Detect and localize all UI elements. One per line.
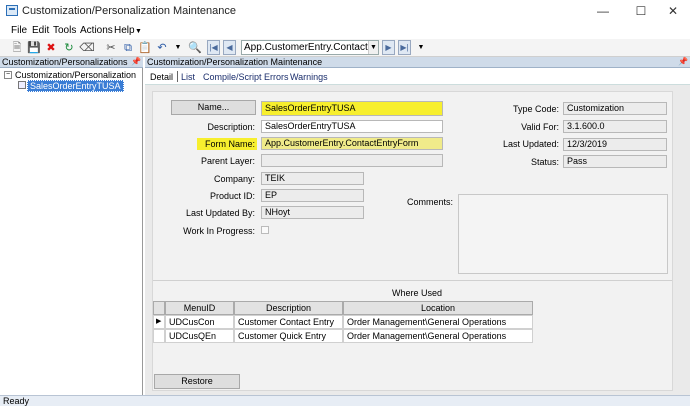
product-id-label: Product ID: bbox=[209, 191, 255, 201]
last-updated-field[interactable]: 12/3/2019 bbox=[563, 138, 667, 151]
tree-panel-title: Customization/Personalizations bbox=[2, 57, 128, 67]
table-row-location[interactable]: Order Management\General Operations bbox=[343, 315, 533, 329]
status-label: Status: bbox=[530, 157, 559, 167]
delete-icon[interactable]: ✖ bbox=[43, 40, 59, 56]
window-title: Customization/Personalization Maintenanc… bbox=[22, 5, 237, 17]
menu-edit[interactable]: Edit bbox=[32, 25, 49, 36]
divider bbox=[153, 280, 672, 281]
detail-form: Name... SalesOrderEntryTUSA Description:… bbox=[152, 91, 673, 391]
company-field[interactable]: TEIK bbox=[261, 172, 364, 185]
undo-icon[interactable]: ↶ bbox=[154, 40, 170, 56]
first-icon[interactable]: |◀ bbox=[207, 40, 220, 55]
search-icon[interactable]: 🔍 bbox=[187, 40, 203, 56]
type-code-field[interactable]: Customization bbox=[563, 102, 667, 115]
close-icon[interactable]: ✕ bbox=[656, 0, 690, 22]
last-updated-by-field[interactable]: NHoyt bbox=[261, 206, 364, 219]
tree-panel: − Customization/Personalization SalesOrd… bbox=[0, 68, 143, 395]
table-row-menuid[interactable]: UDCusQEn bbox=[165, 329, 234, 343]
prev-icon[interactable]: ◀ bbox=[223, 40, 236, 55]
new-icon[interactable]: 🗎 bbox=[9, 40, 25, 56]
record-combo[interactable]: App.CustomerEntry.ContactEntryf ▼ bbox=[241, 40, 379, 55]
parent-layer-field[interactable] bbox=[261, 154, 443, 167]
clear-icon[interactable]: ⌫ bbox=[79, 40, 95, 56]
row-header bbox=[153, 329, 165, 343]
status-text: Ready bbox=[3, 396, 30, 406]
description-label: Description: bbox=[207, 122, 255, 132]
tab-warnings[interactable]: Warnings bbox=[290, 72, 328, 82]
pin-icon[interactable]: 📌 bbox=[131, 57, 141, 67]
tab-bar: Detail List Compile/Script Errors Warnin… bbox=[145, 68, 690, 85]
last-icon[interactable]: ▶| bbox=[398, 40, 411, 55]
tab-separator bbox=[177, 71, 178, 82]
name-field[interactable]: SalesOrderEntryTUSA bbox=[261, 101, 443, 116]
valid-for-label: Valid For: bbox=[521, 122, 559, 132]
comments-label: Comments: bbox=[406, 197, 453, 207]
menu-actions[interactable]: Actions bbox=[80, 25, 113, 36]
app-icon bbox=[6, 5, 18, 16]
menu-help[interactable]: Help bbox=[114, 25, 135, 36]
last-updated-by-label: Last Updated By: bbox=[185, 208, 255, 218]
combo-dropdown-icon[interactable]: ▼ bbox=[368, 41, 378, 54]
current-row-indicator-icon: ▶ bbox=[153, 315, 165, 329]
grid-row-header-corner bbox=[153, 301, 165, 315]
table-row-menuid[interactable]: UDCusCon bbox=[165, 315, 234, 329]
tab-list[interactable]: List bbox=[181, 72, 195, 82]
tree-collapse-icon[interactable]: − bbox=[4, 71, 12, 79]
detail-area: Name... SalesOrderEntryTUSA Description:… bbox=[145, 85, 690, 395]
tab-compile-errors[interactable]: Compile/Script Errors bbox=[203, 72, 289, 82]
menu-help-dropdown-icon[interactable]: ▼ bbox=[135, 28, 142, 35]
status-bar: Ready bbox=[0, 395, 690, 406]
type-code-label: Type Code: bbox=[512, 104, 559, 114]
undo-dropdown-icon[interactable]: ▼ bbox=[170, 40, 186, 56]
comments-field[interactable] bbox=[458, 194, 668, 274]
pin-icon[interactable]: 📌 bbox=[678, 57, 688, 67]
tree-panel-header: Customization/Personalizations 📌 bbox=[0, 57, 143, 68]
tree-root-node[interactable]: Customization/Personalization bbox=[15, 70, 136, 80]
main-panel-header: Customization/Personalization Maintenanc… bbox=[145, 57, 690, 68]
col-header-menuid[interactable]: MenuID bbox=[165, 301, 234, 315]
toolbar-overflow-icon[interactable]: ▼ bbox=[413, 40, 429, 56]
table-row-description[interactable]: Customer Contact Entry bbox=[234, 315, 343, 329]
document-icon bbox=[18, 81, 26, 89]
company-label: Company: bbox=[213, 174, 255, 184]
minimize-icon[interactable]: — bbox=[586, 0, 620, 22]
tab-detail[interactable]: Detail bbox=[150, 72, 173, 82]
parent-layer-label: Parent Layer: bbox=[200, 156, 255, 166]
where-used-title: Where Used bbox=[391, 288, 443, 298]
valid-for-field[interactable]: 3.1.600.0 bbox=[563, 120, 667, 133]
work-in-progress-checkbox[interactable] bbox=[261, 226, 269, 234]
next-icon[interactable]: ▶ bbox=[382, 40, 395, 55]
form-name-field[interactable]: App.CustomerEntry.ContactEntryForm bbox=[261, 137, 443, 150]
menu-tools[interactable]: Tools bbox=[53, 25, 76, 36]
product-id-field[interactable]: EP bbox=[261, 189, 364, 202]
last-updated-label: Last Updated: bbox=[502, 139, 559, 149]
table-row-description[interactable]: Customer Quick Entry bbox=[234, 329, 343, 343]
toolbar: 🗎 💾 ✖ ↻ ⌫ ✂ ⧉ 📋 ↶ ▼ 🔍 |◀ ◀ App.CustomerE… bbox=[0, 39, 690, 57]
name-button[interactable]: Name... bbox=[171, 100, 256, 115]
status-field[interactable]: Pass bbox=[563, 155, 667, 168]
menu-file[interactable]: File bbox=[11, 25, 27, 36]
form-name-label: Form Name: bbox=[197, 138, 257, 150]
main-panel-title: Customization/Personalization Maintenanc… bbox=[147, 57, 323, 67]
col-header-description[interactable]: Description bbox=[234, 301, 343, 315]
work-in-progress-label: Work In Progress: bbox=[183, 226, 255, 236]
menu-bar: File Edit Tools Actions Help ▼ bbox=[0, 22, 690, 39]
restore-button[interactable]: Restore bbox=[154, 374, 240, 389]
refresh-icon[interactable]: ↻ bbox=[61, 40, 77, 56]
save-icon[interactable]: 💾 bbox=[26, 40, 42, 56]
title-bar: Customization/Personalization Maintenanc… bbox=[0, 0, 690, 22]
record-combo-value: App.CustomerEntry.ContactEntryf bbox=[244, 42, 379, 53]
maximize-icon[interactable]: ☐ bbox=[624, 0, 658, 22]
cut-icon[interactable]: ✂ bbox=[103, 40, 119, 56]
col-header-location[interactable]: Location bbox=[343, 301, 533, 315]
copy-icon[interactable]: ⧉ bbox=[120, 40, 136, 56]
tree-child-node[interactable]: SalesOrderEntryTUSA bbox=[27, 80, 124, 92]
paste-icon[interactable]: 📋 bbox=[137, 40, 153, 56]
table-row-location[interactable]: Order Management\General Operations bbox=[343, 329, 533, 343]
description-field[interactable]: SalesOrderEntryTUSA bbox=[261, 120, 443, 133]
